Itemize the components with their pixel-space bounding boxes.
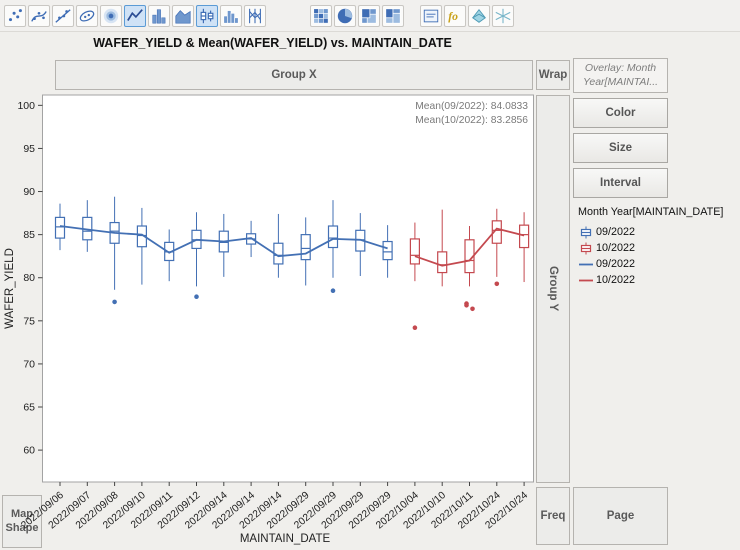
bar-icon[interactable]	[148, 4, 170, 27]
legend-entry[interactable]: 09/2022	[578, 256, 738, 272]
histogram-icon[interactable]	[220, 4, 242, 27]
points-icon[interactable]	[4, 4, 26, 27]
drop-zone-group-x[interactable]: Group X	[55, 60, 533, 90]
line-icon[interactable]	[124, 4, 146, 27]
drop-zone-interval[interactable]: Interval	[573, 168, 668, 198]
outlier-point	[112, 299, 117, 305]
drop-zone-wrap[interactable]: Wrap	[536, 60, 570, 90]
pie-icon[interactable]	[334, 4, 356, 27]
svg-text:95: 95	[23, 143, 35, 155]
drop-zone-color-label: Color	[605, 107, 636, 119]
legend-title: Month Year[MAINTAIN_DATE]	[578, 206, 724, 218]
svg-text:80: 80	[23, 272, 35, 284]
outlier-point	[330, 288, 336, 293]
drop-zone-wrap-label: Wrap	[538, 69, 568, 81]
svg-text:65: 65	[23, 402, 35, 414]
svg-text:85: 85	[23, 229, 35, 241]
svg-text:100: 100	[17, 100, 35, 112]
line-glyph-icon	[578, 258, 596, 271]
drop-zone-size[interactable]: Size	[573, 133, 668, 163]
drop-zone-interval-label: Interval	[600, 177, 641, 189]
overlay-variable-line1: Overlay: Month	[584, 61, 657, 74]
mosaic-icon[interactable]	[382, 4, 404, 27]
formula-icon[interactable]: fo	[444, 4, 466, 27]
legend-entry-label: 10/2022	[596, 274, 636, 286]
ellipse-icon[interactable]	[76, 4, 98, 27]
outlier-point	[494, 281, 500, 287]
svg-text:90: 90	[23, 186, 35, 198]
svg-text:70: 70	[23, 358, 35, 370]
legend-entry[interactable]: 10/2022	[578, 272, 738, 288]
scatterplot-3d-icon[interactable]	[492, 4, 514, 27]
box-plot-glyph-icon	[578, 226, 596, 239]
x-axis-title[interactable]: MAINTAIN_DATE	[0, 533, 570, 545]
outlier-point	[194, 294, 199, 299]
drop-zone-group-x-label: Group X	[271, 69, 317, 81]
outlier-point	[470, 306, 475, 312]
smoother-icon[interactable]	[28, 4, 50, 27]
parallel-icon[interactable]	[244, 4, 266, 27]
plot-area[interactable]: 6065707580859095100WAFER_YIELD2022/09/06…	[0, 93, 570, 550]
drop-zone-page-label: Page	[606, 510, 635, 522]
legend-entry-label: 09/2022	[596, 258, 636, 270]
outlier-point	[464, 303, 469, 308]
legend-entry-label: 10/2022	[596, 242, 636, 254]
legend-entry[interactable]: 09/2022	[578, 224, 738, 240]
y-axis-title: WAFER_YIELD	[4, 248, 16, 329]
svg-text:75: 75	[23, 315, 35, 327]
box-plot-glyph-icon	[578, 242, 596, 255]
overlay-variable-line2: Year[MAINTAI...	[582, 75, 659, 88]
plot-frame	[42, 94, 534, 483]
area-icon[interactable]	[172, 4, 194, 27]
outlier-point	[412, 325, 418, 330]
drop-zone-overlay[interactable]: Overlay: Month Year[MAINTAI...	[573, 58, 668, 93]
mean-annotation: Mean(10/2022): 83.2856	[415, 115, 528, 126]
surface-plot-icon[interactable]	[468, 4, 490, 27]
treemap-icon[interactable]	[358, 4, 380, 27]
drop-zone-size-label: Size	[608, 142, 632, 154]
caption-box-icon[interactable]	[420, 4, 442, 27]
line-glyph-icon	[578, 274, 596, 287]
chart-title: WAFER_YIELD & Mean(WAFER_YIELD) vs. MAIN…	[93, 36, 452, 50]
drop-zone-color[interactable]: Color	[573, 98, 668, 128]
legend: Month Year[MAINTAIN_DATE] 09/2022 10/2022…	[578, 206, 738, 288]
drop-zone-page[interactable]: Page	[573, 487, 668, 545]
heatmap-icon[interactable]	[310, 4, 332, 27]
mean-annotation: Mean(09/2022): 84.0833	[415, 101, 528, 112]
element-palette-toolbar: fo	[0, 0, 740, 32]
svg-text:60: 60	[23, 445, 35, 457]
box-plot-icon[interactable]	[196, 4, 218, 27]
svg-text:fo: fo	[448, 10, 458, 23]
line-of-fit-icon[interactable]	[52, 4, 74, 27]
contour-icon[interactable]	[100, 4, 122, 27]
legend-entry-label: 09/2022	[596, 226, 636, 238]
legend-entry[interactable]: 10/2022	[578, 240, 738, 256]
